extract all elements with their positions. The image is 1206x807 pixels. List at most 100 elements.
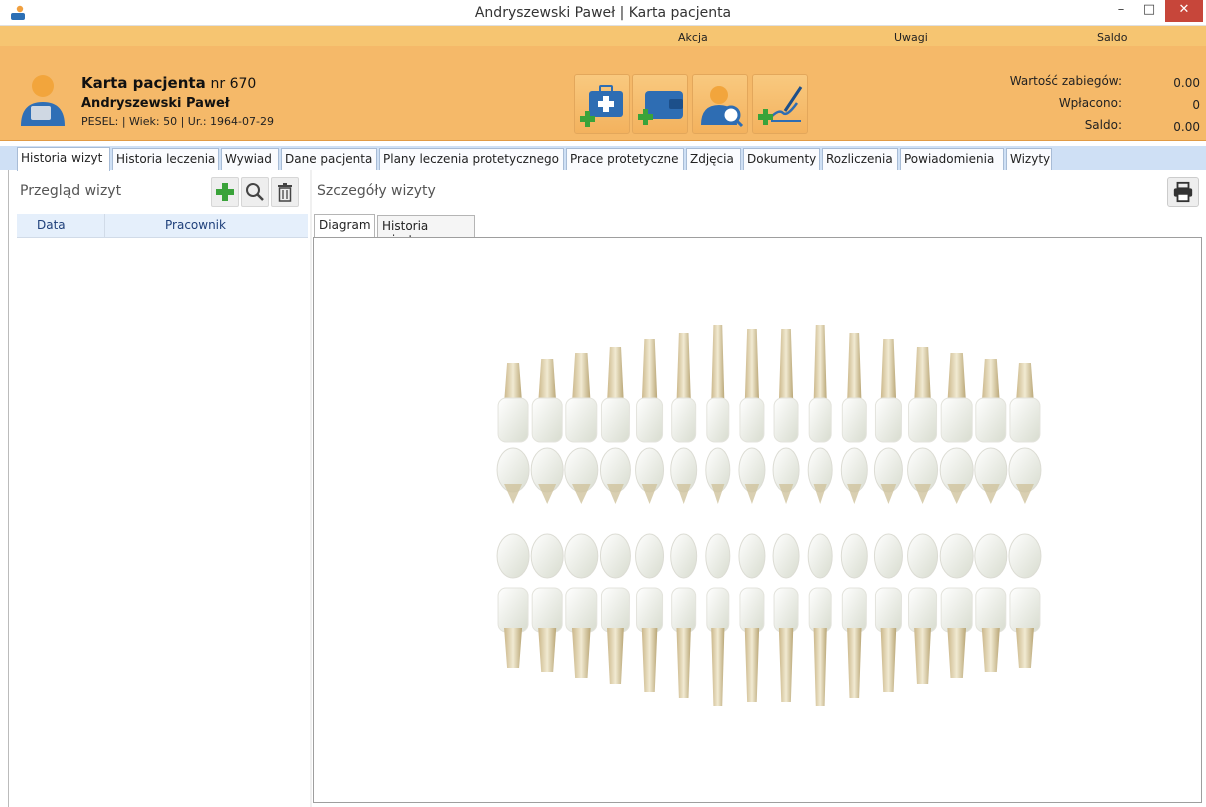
tab-wizyty[interactable]: Wizyty (1006, 148, 1052, 170)
tab-prace-protetyczne[interactable]: Prace protetyczne (566, 148, 684, 170)
lower-tooth-crown[interactable] (497, 587, 529, 633)
lower-tooth-occlusal[interactable] (939, 533, 974, 579)
upper-tooth-crown[interactable] (565, 397, 598, 443)
lower-tooth-crown[interactable] (841, 587, 867, 633)
user-search-icon (701, 86, 744, 128)
add-payment-button[interactable] (632, 74, 688, 134)
upper-tooth-shadow (847, 484, 862, 504)
subtab-diagram[interactable]: Diagram (314, 214, 375, 238)
upper-tooth-crown[interactable] (975, 397, 1007, 443)
close-button[interactable]: ✕ (1165, 0, 1203, 22)
minimize-button[interactable]: – (1108, 2, 1134, 22)
lower-tooth-occlusal[interactable] (738, 533, 766, 579)
upper-tooth-root (572, 353, 591, 403)
upper-tooth-crown[interactable] (908, 397, 938, 443)
tab-zdjecia[interactable]: Zdjęcia (686, 148, 741, 170)
upper-tooth-crown[interactable] (739, 397, 765, 443)
upper-tooth-root (607, 347, 624, 403)
medical-kit-add-icon (580, 85, 623, 127)
card-title: Karta pacjenta nr 670 (81, 74, 256, 92)
lower-tooth-crown[interactable] (975, 587, 1007, 633)
lower-tooth-crown[interactable] (1009, 587, 1041, 633)
dental-diagram (313, 237, 1202, 803)
upper-tooth-crown[interactable] (497, 397, 529, 443)
search-patient-button[interactable] (692, 74, 748, 134)
teeth-chart[interactable] (314, 238, 1201, 802)
upper-tooth-root (914, 347, 931, 403)
lower-tooth-occlusal[interactable] (530, 533, 564, 579)
upper-tooth-shadow (880, 484, 897, 504)
tab-historia-leczenia[interactable]: Historia leczenia (112, 148, 219, 170)
column-header-employee[interactable]: Pracownik (165, 218, 226, 232)
akcja-column-label: Akcja (678, 31, 708, 44)
lower-tooth-occlusal[interactable] (564, 533, 599, 579)
lower-tooth-root (880, 628, 897, 692)
lower-tooth-occlusal[interactable] (1008, 533, 1042, 579)
upper-tooth-shadow (1015, 484, 1034, 504)
summary-value-treatments: 0.00 (1173, 76, 1200, 90)
lower-tooth-crown[interactable] (671, 587, 697, 633)
tab-powiadomienia[interactable]: Powiadomienia (900, 148, 1004, 170)
tab-dane-pacjenta[interactable]: Dane pacjenta (281, 148, 377, 170)
upper-tooth-crown[interactable] (600, 397, 630, 443)
add-visit-button[interactable] (211, 177, 239, 207)
tab-plany-leczenia[interactable]: Plany leczenia protetycznego (379, 148, 564, 170)
lower-tooth-root (914, 628, 931, 684)
upper-tooth-crown[interactable] (773, 397, 799, 443)
lower-tooth-crown[interactable] (874, 587, 902, 633)
plus-icon (216, 183, 234, 201)
lower-tooth-occlusal[interactable] (840, 533, 868, 579)
upper-tooth-crown[interactable] (531, 397, 563, 443)
upper-tooth-crown[interactable] (1009, 397, 1041, 443)
summary-label-paid: Wpłacono: (1058, 96, 1122, 110)
upper-tooth-crown[interactable] (940, 397, 973, 443)
lower-tooth-crown[interactable] (908, 587, 938, 633)
upper-tooth-crown[interactable] (706, 397, 730, 443)
lower-tooth-occlusal[interactable] (496, 533, 530, 579)
lower-tooth-occlusal[interactable] (907, 533, 939, 579)
pane-splitter[interactable] (310, 170, 312, 807)
lower-tooth-crown[interactable] (940, 587, 973, 633)
lower-tooth-crown[interactable] (706, 587, 730, 633)
add-signature-button[interactable] (752, 74, 808, 134)
upper-tooth-crown[interactable] (874, 397, 902, 443)
lower-tooth-occlusal[interactable] (974, 533, 1008, 579)
upper-tooth-crown[interactable] (671, 397, 697, 443)
column-header-date[interactable]: Data (37, 218, 66, 232)
lower-tooth-occlusal[interactable] (772, 533, 800, 579)
upper-tooth-crown[interactable] (636, 397, 664, 443)
tab-wywiad[interactable]: Wywiad (221, 148, 279, 170)
lower-tooth-crown[interactable] (636, 587, 664, 633)
lower-tooth-crown[interactable] (600, 587, 630, 633)
upper-tooth-crown[interactable] (841, 397, 867, 443)
subtab-historia-wizyty[interactable]: Historia wizyty (377, 215, 475, 247)
lower-tooth-occlusal[interactable] (705, 533, 731, 579)
upper-tooth-shadow (813, 484, 827, 504)
summary-value-paid: 0 (1192, 98, 1200, 112)
maximize-button[interactable]: □ (1136, 2, 1162, 22)
lower-tooth-crown[interactable] (531, 587, 563, 633)
tab-dokumenty[interactable]: Dokumenty (743, 148, 820, 170)
upper-tooth-shadow (981, 484, 1000, 504)
lower-tooth-occlusal[interactable] (807, 533, 833, 579)
delete-visit-button[interactable] (271, 177, 299, 207)
upper-tooth-root (947, 353, 966, 403)
upper-tooth-root (676, 333, 691, 403)
lower-tooth-crown[interactable] (565, 587, 598, 633)
print-button[interactable] (1167, 177, 1199, 207)
tab-historia-wizyt[interactable]: Historia wizyt (17, 147, 110, 171)
tab-rozliczenia[interactable]: Rozliczenia (822, 148, 898, 170)
lower-tooth-occlusal[interactable] (670, 533, 698, 579)
lower-tooth-crown[interactable] (808, 587, 832, 633)
lower-tooth-occlusal[interactable] (599, 533, 631, 579)
lower-tooth-occlusal[interactable] (635, 533, 665, 579)
lower-tooth-crown[interactable] (739, 587, 765, 633)
upper-tooth-shadow (744, 484, 760, 504)
lower-tooth-root (744, 628, 760, 702)
lower-tooth-occlusal[interactable] (873, 533, 903, 579)
search-visit-button[interactable] (241, 177, 269, 207)
upper-tooth-shadow (572, 484, 591, 504)
lower-tooth-crown[interactable] (773, 587, 799, 633)
add-treatment-button[interactable] (574, 74, 630, 134)
upper-tooth-crown[interactable] (808, 397, 832, 443)
